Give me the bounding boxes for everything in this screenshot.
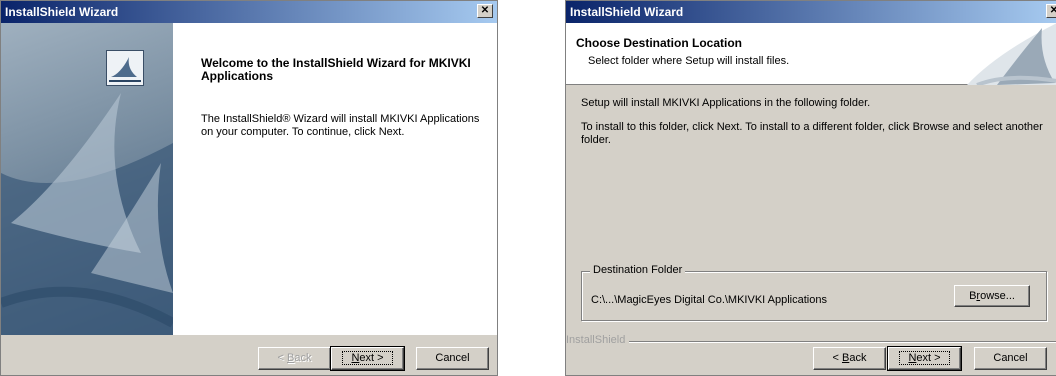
close-button[interactable]: ✕: [1046, 4, 1056, 18]
sail-art-icon: [967, 23, 1056, 85]
back-prefix: <: [277, 352, 287, 364]
brand-divider: InstallShield: [566, 334, 1056, 348]
info-line-2: To install to this folder, click Next. T…: [581, 121, 1043, 146]
browse-button[interactable]: Browse...: [954, 285, 1030, 307]
destination-folder-group: Destination Folder C:\...\MagicEyes Digi…: [581, 264, 1047, 321]
welcome-content-panel: Welcome to the InstallShield Wizard for …: [173, 23, 497, 335]
window-title: InstallShield Wizard: [5, 5, 119, 19]
back-prefix: <: [832, 352, 842, 364]
destination-dialog: InstallShield Wizard ✕ Choose Destinatio…: [565, 0, 1056, 376]
back-button[interactable]: < Back: [258, 347, 331, 370]
welcome-heading: Welcome to the InstallShield Wizard for …: [201, 56, 471, 83]
window-title: InstallShield Wizard: [570, 5, 684, 19]
side-banner: [1, 23, 173, 335]
sail-art-icon: [1, 93, 173, 335]
next-rest: ext >: [359, 352, 384, 364]
info-line-1: Setup will install MKIVKI Applications i…: [581, 97, 871, 109]
wizard-header: Choose Destination Location Select folde…: [566, 23, 1056, 85]
divider-rule: [626, 341, 1056, 343]
back-rest: ack: [294, 352, 312, 364]
brand-label: InstallShield: [566, 334, 630, 346]
destination-path: C:\...\MagicEyes Digital Co.\MKIVKI Appl…: [591, 294, 827, 306]
next-button[interactable]: Next >: [887, 346, 962, 371]
group-label: Destination Folder: [590, 264, 686, 276]
header-subtitle: Select folder where Setup will install f…: [588, 55, 790, 67]
installshield-logo-icon: [106, 50, 144, 86]
title-bar[interactable]: InstallShield Wizard ✕: [1, 1, 497, 23]
welcome-body-text: The InstallShield® Wizard will install M…: [201, 113, 480, 138]
next-rest: ext >: [916, 352, 941, 364]
next-focus: Next >: [342, 351, 393, 365]
close-button[interactable]: ✕: [477, 4, 493, 18]
next-focus: Next >: [899, 351, 950, 365]
back-button[interactable]: < Back: [813, 347, 886, 370]
header-title: Choose Destination Location: [576, 36, 743, 50]
back-rest: ack: [849, 352, 867, 364]
welcome-dialog: InstallShield Wizard ✕ Welcome to the In…: [0, 0, 498, 376]
next-button[interactable]: Next >: [330, 346, 405, 371]
title-bar[interactable]: InstallShield Wizard ✕: [566, 1, 1056, 23]
cancel-button[interactable]: Cancel: [974, 347, 1047, 370]
cancel-button[interactable]: Cancel: [416, 347, 489, 370]
browse-post: owse...: [980, 290, 1015, 302]
